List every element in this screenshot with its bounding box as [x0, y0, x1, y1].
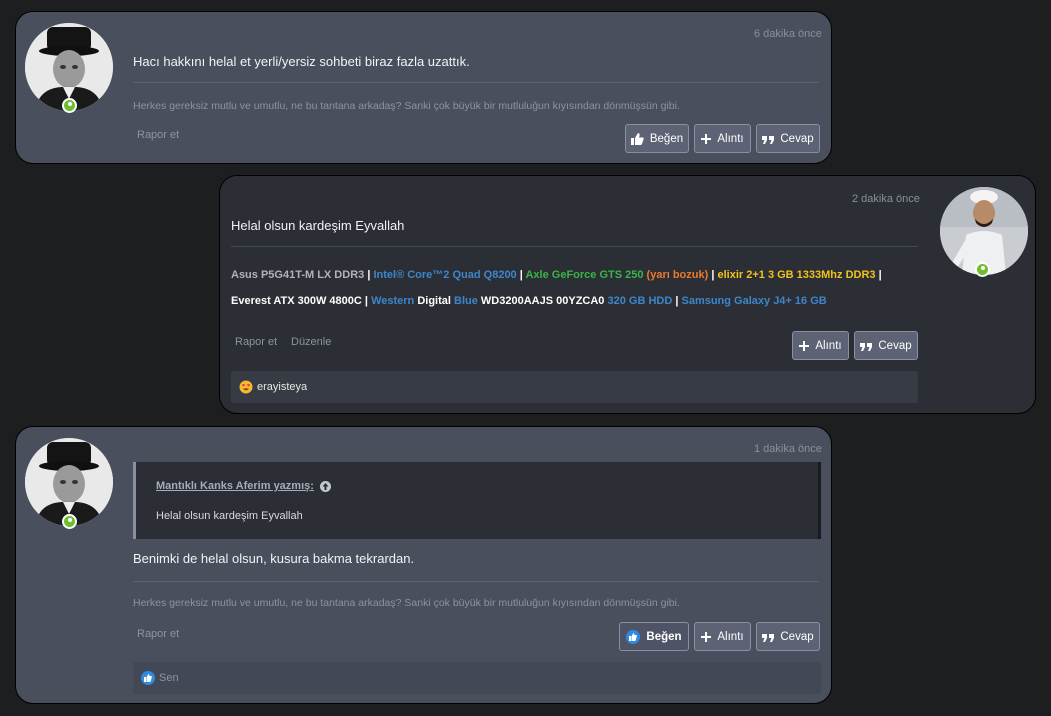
divider: [133, 581, 819, 582]
plus-icon: [799, 340, 810, 351]
spec-separator: |: [364, 295, 368, 307]
spec-item: Western: [371, 295, 415, 307]
post-message: Hacı hakkını helal et yerli/yersiz sohbe…: [133, 54, 470, 69]
avatar-image: [25, 438, 113, 526]
online-status-icon: [62, 514, 77, 529]
online-status-icon: [975, 262, 990, 277]
spec-item: Blue: [454, 295, 478, 307]
like-reaction-icon: [626, 629, 641, 644]
spec-item: Everest ATX 300W 4800C: [231, 295, 362, 307]
post-time: 1 dakika önce: [754, 443, 822, 455]
quote-marks-icon: [762, 633, 775, 642]
post-time: 2 dakika önce: [852, 193, 920, 205]
reaction-bar[interactable]: erayisteya: [231, 371, 918, 403]
online-status-icon: [62, 98, 77, 113]
reaction-user[interactable]: Sen: [159, 672, 179, 684]
like-button[interactable]: Beğen: [619, 622, 689, 651]
post-message: Helal olsun kardeşim Eyvallah: [231, 218, 405, 233]
spec-item: (yarı bozuk): [646, 269, 709, 281]
quote-label: Alıntı: [717, 630, 744, 643]
reaction-bar[interactable]: Sen: [133, 662, 821, 694]
plus-icon: [701, 631, 712, 642]
post-message: Benimki de helal olsun, kusura bakma tek…: [133, 551, 415, 566]
post-1: 6 dakika önce Hacı hakkını helal et yerl…: [15, 11, 832, 164]
spec-separator: |: [878, 269, 882, 281]
plus-icon: [701, 133, 712, 144]
spec-item: Digital: [417, 295, 451, 307]
like-reaction-icon: [141, 671, 155, 685]
quote-author: Mantıklı Kanks Aferim yazmış:: [156, 480, 314, 492]
quote-button[interactable]: Alıntı: [792, 331, 849, 360]
thumbs-up-icon: [630, 132, 644, 145]
quote-marks-icon: [860, 342, 873, 351]
divider: [231, 246, 918, 247]
spec-separator: |: [367, 269, 371, 281]
spec-separator: |: [519, 269, 523, 281]
spec-item: WD3200AAJS 00YZCA0: [480, 295, 605, 307]
heart-eyes-emoji-icon: [239, 380, 253, 394]
like-label: Beğen: [646, 630, 682, 643]
spec-item: elixir 2+1 3 GB 1333Mhz DDR3: [717, 269, 876, 281]
like-button[interactable]: Beğen: [625, 124, 689, 153]
quote-block: Mantıklı Kanks Aferim yazmış: Helal olsu…: [133, 462, 821, 539]
quote-label: Alıntı: [815, 339, 842, 352]
post-3: 1 dakika önce Mantıklı Kanks Aferim yazm…: [15, 426, 832, 704]
spec-item: Asus P5G41T-M LX DDR3: [231, 269, 365, 281]
spec-item: Intel® Core™2 Quad Q8200: [373, 269, 517, 281]
spec-separator: |: [675, 295, 679, 307]
report-link[interactable]: Rapor et: [137, 628, 179, 640]
post-time: 6 dakika önce: [754, 28, 822, 40]
user-avatar[interactable]: [25, 438, 113, 526]
quote-button[interactable]: Alıntı: [694, 124, 751, 153]
reply-label: Cevap: [878, 339, 912, 352]
signature-specs: Asus P5G41T-M LX DDR3 | Intel® Core™2 Qu…: [231, 262, 921, 314]
edit-link[interactable]: Düzenle: [291, 336, 331, 348]
report-link[interactable]: Rapor et: [235, 336, 277, 348]
reply-button[interactable]: Cevap: [854, 331, 918, 360]
signature: Herkes gereksiz mutlu ve umutlu, ne bu t…: [133, 597, 680, 609]
divider: [133, 82, 819, 83]
reply-label: Cevap: [780, 132, 814, 145]
quote-button[interactable]: Alıntı: [694, 622, 751, 651]
quote-label: Alıntı: [717, 132, 744, 145]
arrow-up-circle-icon[interactable]: [319, 480, 331, 492]
report-link[interactable]: Rapor et: [137, 129, 179, 141]
reply-button[interactable]: Cevap: [756, 622, 820, 651]
quote-author-link[interactable]: Mantıklı Kanks Aferim yazmış:: [156, 480, 331, 492]
like-label: Beğen: [649, 132, 684, 145]
spec-separator: |: [711, 269, 715, 281]
spec-item: Samsung Galaxy J4+ 16 GB: [681, 295, 827, 307]
reply-label: Cevap: [780, 630, 814, 643]
quote-text: Helal olsun kardeşim Eyvallah: [156, 510, 303, 522]
spec-item: Axle GeForce GTS 250: [525, 269, 644, 281]
reply-button[interactable]: Cevap: [756, 124, 820, 153]
signature: Herkes gereksiz mutlu ve umutlu, ne bu t…: [133, 100, 680, 112]
spec-item: 320 GB HDD: [607, 295, 673, 307]
reaction-user[interactable]: erayisteya: [257, 381, 307, 393]
quote-marks-icon: [762, 135, 775, 144]
post-2: 2 dakika önce Helal olsun kardeşim Eyval…: [219, 175, 1036, 414]
